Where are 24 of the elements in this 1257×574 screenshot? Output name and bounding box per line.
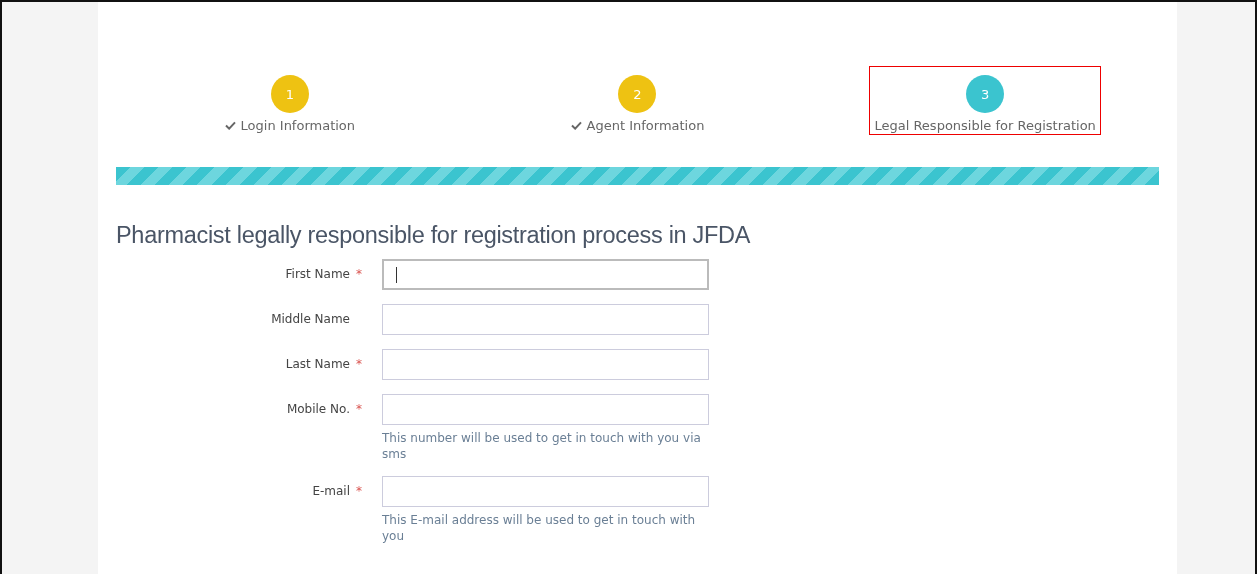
required-mark: * xyxy=(356,402,363,416)
step-label: Legal Responsible for Registration xyxy=(874,118,1096,133)
help-text: This number will be used to get in touch with you via sms xyxy=(382,430,702,462)
step-number: 3 xyxy=(966,75,1005,113)
step-number: 2 xyxy=(618,75,657,113)
field-label: Middle Name xyxy=(271,312,350,326)
input-field[interactable] xyxy=(382,304,709,335)
field-label: First Name xyxy=(285,267,350,281)
required-mark: * xyxy=(356,267,363,281)
required-mark: * xyxy=(356,357,363,371)
field-label: E-mail xyxy=(312,484,350,498)
input-field[interactable] xyxy=(382,476,709,507)
help-text: This E-mail address will be used to get in touch with you xyxy=(382,512,697,544)
text-cursor xyxy=(396,266,397,283)
field-label: Last Name xyxy=(285,357,350,371)
step-number: 1 xyxy=(270,75,309,113)
form-heading: Pharmacist legally responsible for registration process in JFDA xyxy=(116,222,752,249)
step-label: Login Information xyxy=(240,118,356,133)
input-field[interactable] xyxy=(382,259,709,290)
input-field[interactable] xyxy=(382,349,709,380)
input-field[interactable] xyxy=(382,394,709,425)
step-label: Agent Information xyxy=(586,118,705,133)
field-label: Mobile No. xyxy=(286,402,350,416)
required-mark: * xyxy=(356,484,363,498)
